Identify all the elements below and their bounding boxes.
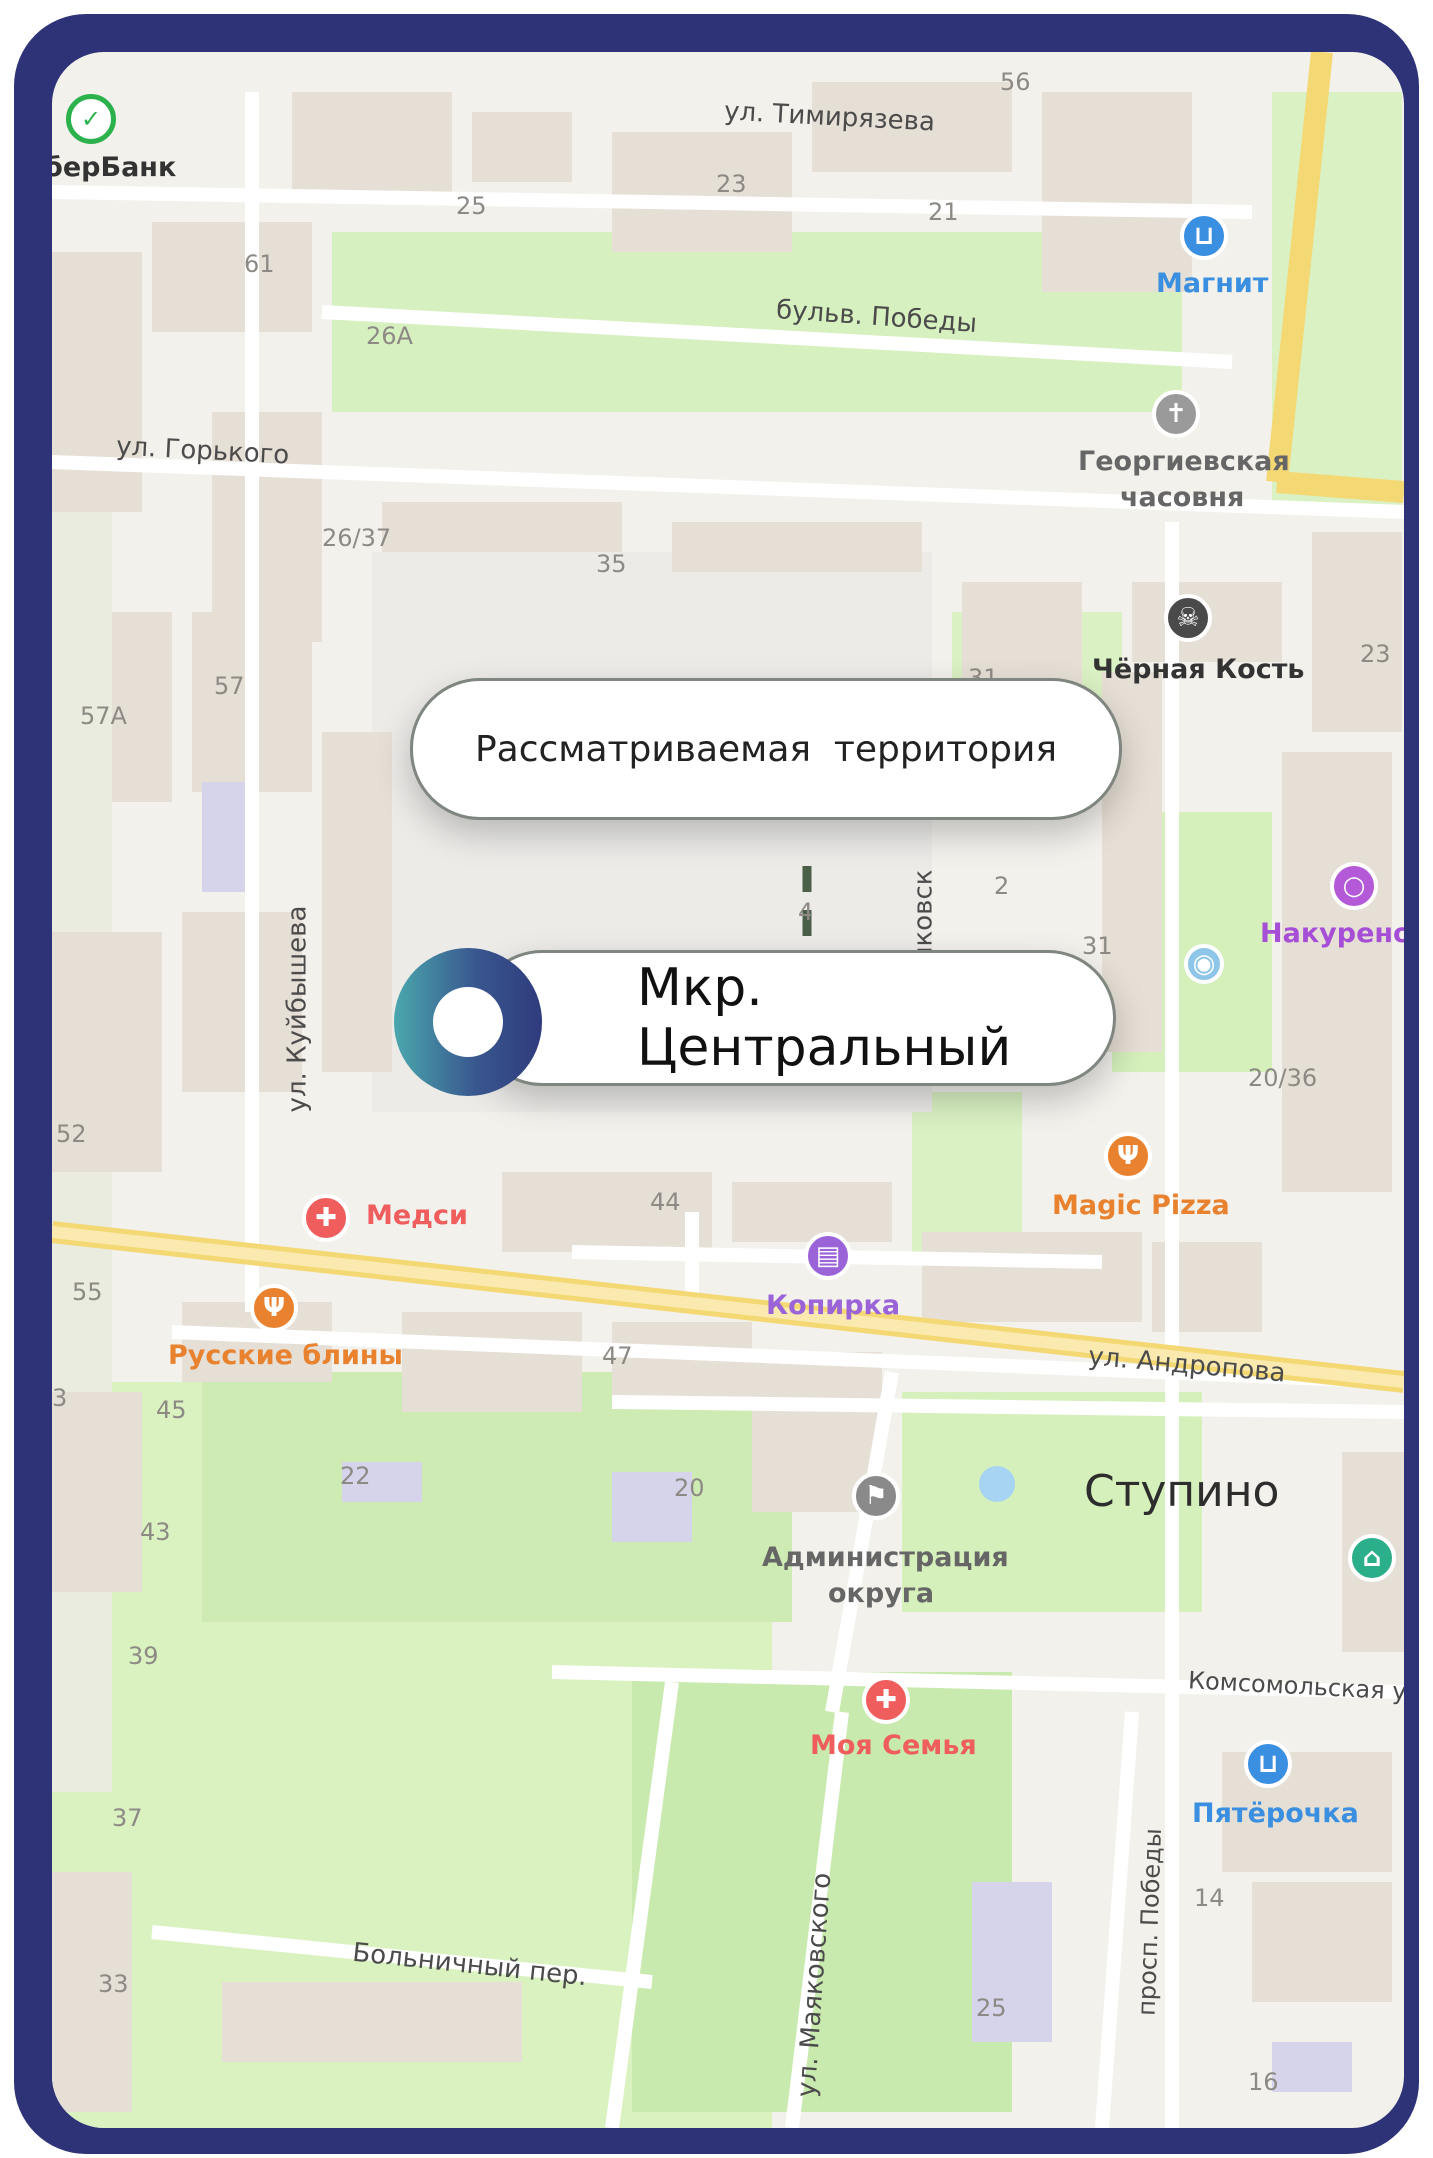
fountain-icon: ◉ xyxy=(1184,944,1224,984)
house-number: 47 xyxy=(602,1342,633,1370)
medical-cross-icon[interactable]: ✚ xyxy=(862,1676,910,1724)
basket-icon[interactable]: ⊔ xyxy=(1244,1740,1292,1788)
poi-pyaterochka-label[interactable]: Пятёрочка xyxy=(1192,1800,1359,1827)
district-title-text: Мкр. Центральный xyxy=(637,958,1012,1078)
house-number: 55 xyxy=(72,1278,103,1306)
house-number: 26А xyxy=(366,322,413,350)
poi-nakureno-label[interactable]: Накурено xyxy=(1260,920,1404,947)
house-number: 4 xyxy=(798,898,814,926)
house-number: 20/36 xyxy=(1248,1064,1318,1092)
cross-icon[interactable]: ✝ xyxy=(1152,390,1200,438)
poi-admin-label-2[interactable]: округа xyxy=(828,1580,934,1607)
fork-knife-icon[interactable]: Ψ xyxy=(1104,1132,1152,1180)
house-number: 33 xyxy=(98,1970,129,1998)
house-number: 23 xyxy=(716,170,747,198)
poi-medsi-label[interactable]: Медси xyxy=(366,1202,468,1229)
district-title-pill[interactable]: Мкр. Центральный xyxy=(474,950,1116,1086)
poi-magnit-label[interactable]: Магнит xyxy=(1156,270,1268,297)
house-number: 57А xyxy=(80,702,127,730)
location-marker-icon[interactable] xyxy=(394,948,542,1096)
house-number: 57 xyxy=(214,672,245,700)
house-number: 21 xyxy=(928,198,959,226)
printer-icon[interactable]: ▤ xyxy=(804,1232,852,1280)
poi-black-bone-label[interactable]: Чёрная Кость xyxy=(1092,656,1304,683)
house-number: 31 xyxy=(1082,932,1113,960)
house-number: 61 xyxy=(244,250,275,278)
city-label: Ступино xyxy=(1084,1466,1280,1517)
house-number: 25 xyxy=(976,1994,1007,2022)
poi-kopirka-label[interactable]: Копирка xyxy=(766,1292,900,1319)
medical-cross-icon[interactable]: ✚ xyxy=(302,1194,350,1242)
house-number: 43 xyxy=(140,1518,171,1546)
house-number: 56 xyxy=(1000,68,1031,96)
house-number: 26/37 xyxy=(322,524,392,552)
house-number: 3 xyxy=(52,1384,68,1412)
pond xyxy=(979,1466,1015,1502)
house-number: 23 xyxy=(1360,640,1391,668)
poi-moya-semya-label[interactable]: Моя Семья xyxy=(810,1732,977,1759)
fork-knife-icon[interactable]: Ψ xyxy=(250,1284,298,1332)
house-number: 52 xyxy=(56,1120,87,1148)
house-number: 39 xyxy=(128,1642,159,1670)
museum-icon[interactable]: ⌂ xyxy=(1348,1534,1396,1582)
house-number: 45 xyxy=(156,1396,187,1424)
street-kuybysheva: ул. Куйбышева xyxy=(282,905,313,1113)
poi-chapel-label-1[interactable]: Георгиевская xyxy=(1078,448,1290,475)
location-marker-center xyxy=(433,987,503,1057)
poi-chapel-label-2[interactable]: часовня xyxy=(1120,484,1244,511)
map-view[interactable]: ✓ ⊔ ✝ ☠ ○ ◉ ✚ Ψ ▤ Ψ ⚑ ⌂ ✚ ⊔ берБанк Магн… xyxy=(52,52,1404,2128)
basket-icon[interactable]: ⊔ xyxy=(1180,212,1228,260)
house-number: 25 xyxy=(456,192,487,220)
house-number: 2 xyxy=(994,872,1010,900)
house-number: 16 xyxy=(1248,2068,1279,2096)
flag-icon[interactable]: ⚑ xyxy=(852,1472,900,1520)
house-number: 22 xyxy=(340,1462,371,1490)
area-label-text: Рассматриваемая территория xyxy=(474,728,1058,770)
poi-magic-pizza-label[interactable]: Magic Pizza xyxy=(1052,1192,1230,1219)
sberbank-logo-icon[interactable]: ✓ xyxy=(66,94,116,144)
ring-icon[interactable]: ○ xyxy=(1330,862,1378,910)
street-pobedy-pr: просп. Победы xyxy=(1132,1827,1168,2017)
house-number: 37 xyxy=(112,1804,143,1832)
house-number: 44 xyxy=(650,1188,681,1216)
poi-admin-label-1[interactable]: Администрация xyxy=(762,1544,1009,1571)
house-number: 14 xyxy=(1194,1884,1225,1912)
area-label-pill[interactable]: Рассматриваемая территория xyxy=(410,678,1122,820)
poi-sberbank-label[interactable]: берБанк xyxy=(52,154,176,181)
house-number: 20 xyxy=(674,1474,705,1502)
skull-icon[interactable]: ☠ xyxy=(1164,594,1212,642)
poi-blini-label[interactable]: Русские блины xyxy=(168,1342,403,1369)
house-number: 35 xyxy=(596,550,627,578)
